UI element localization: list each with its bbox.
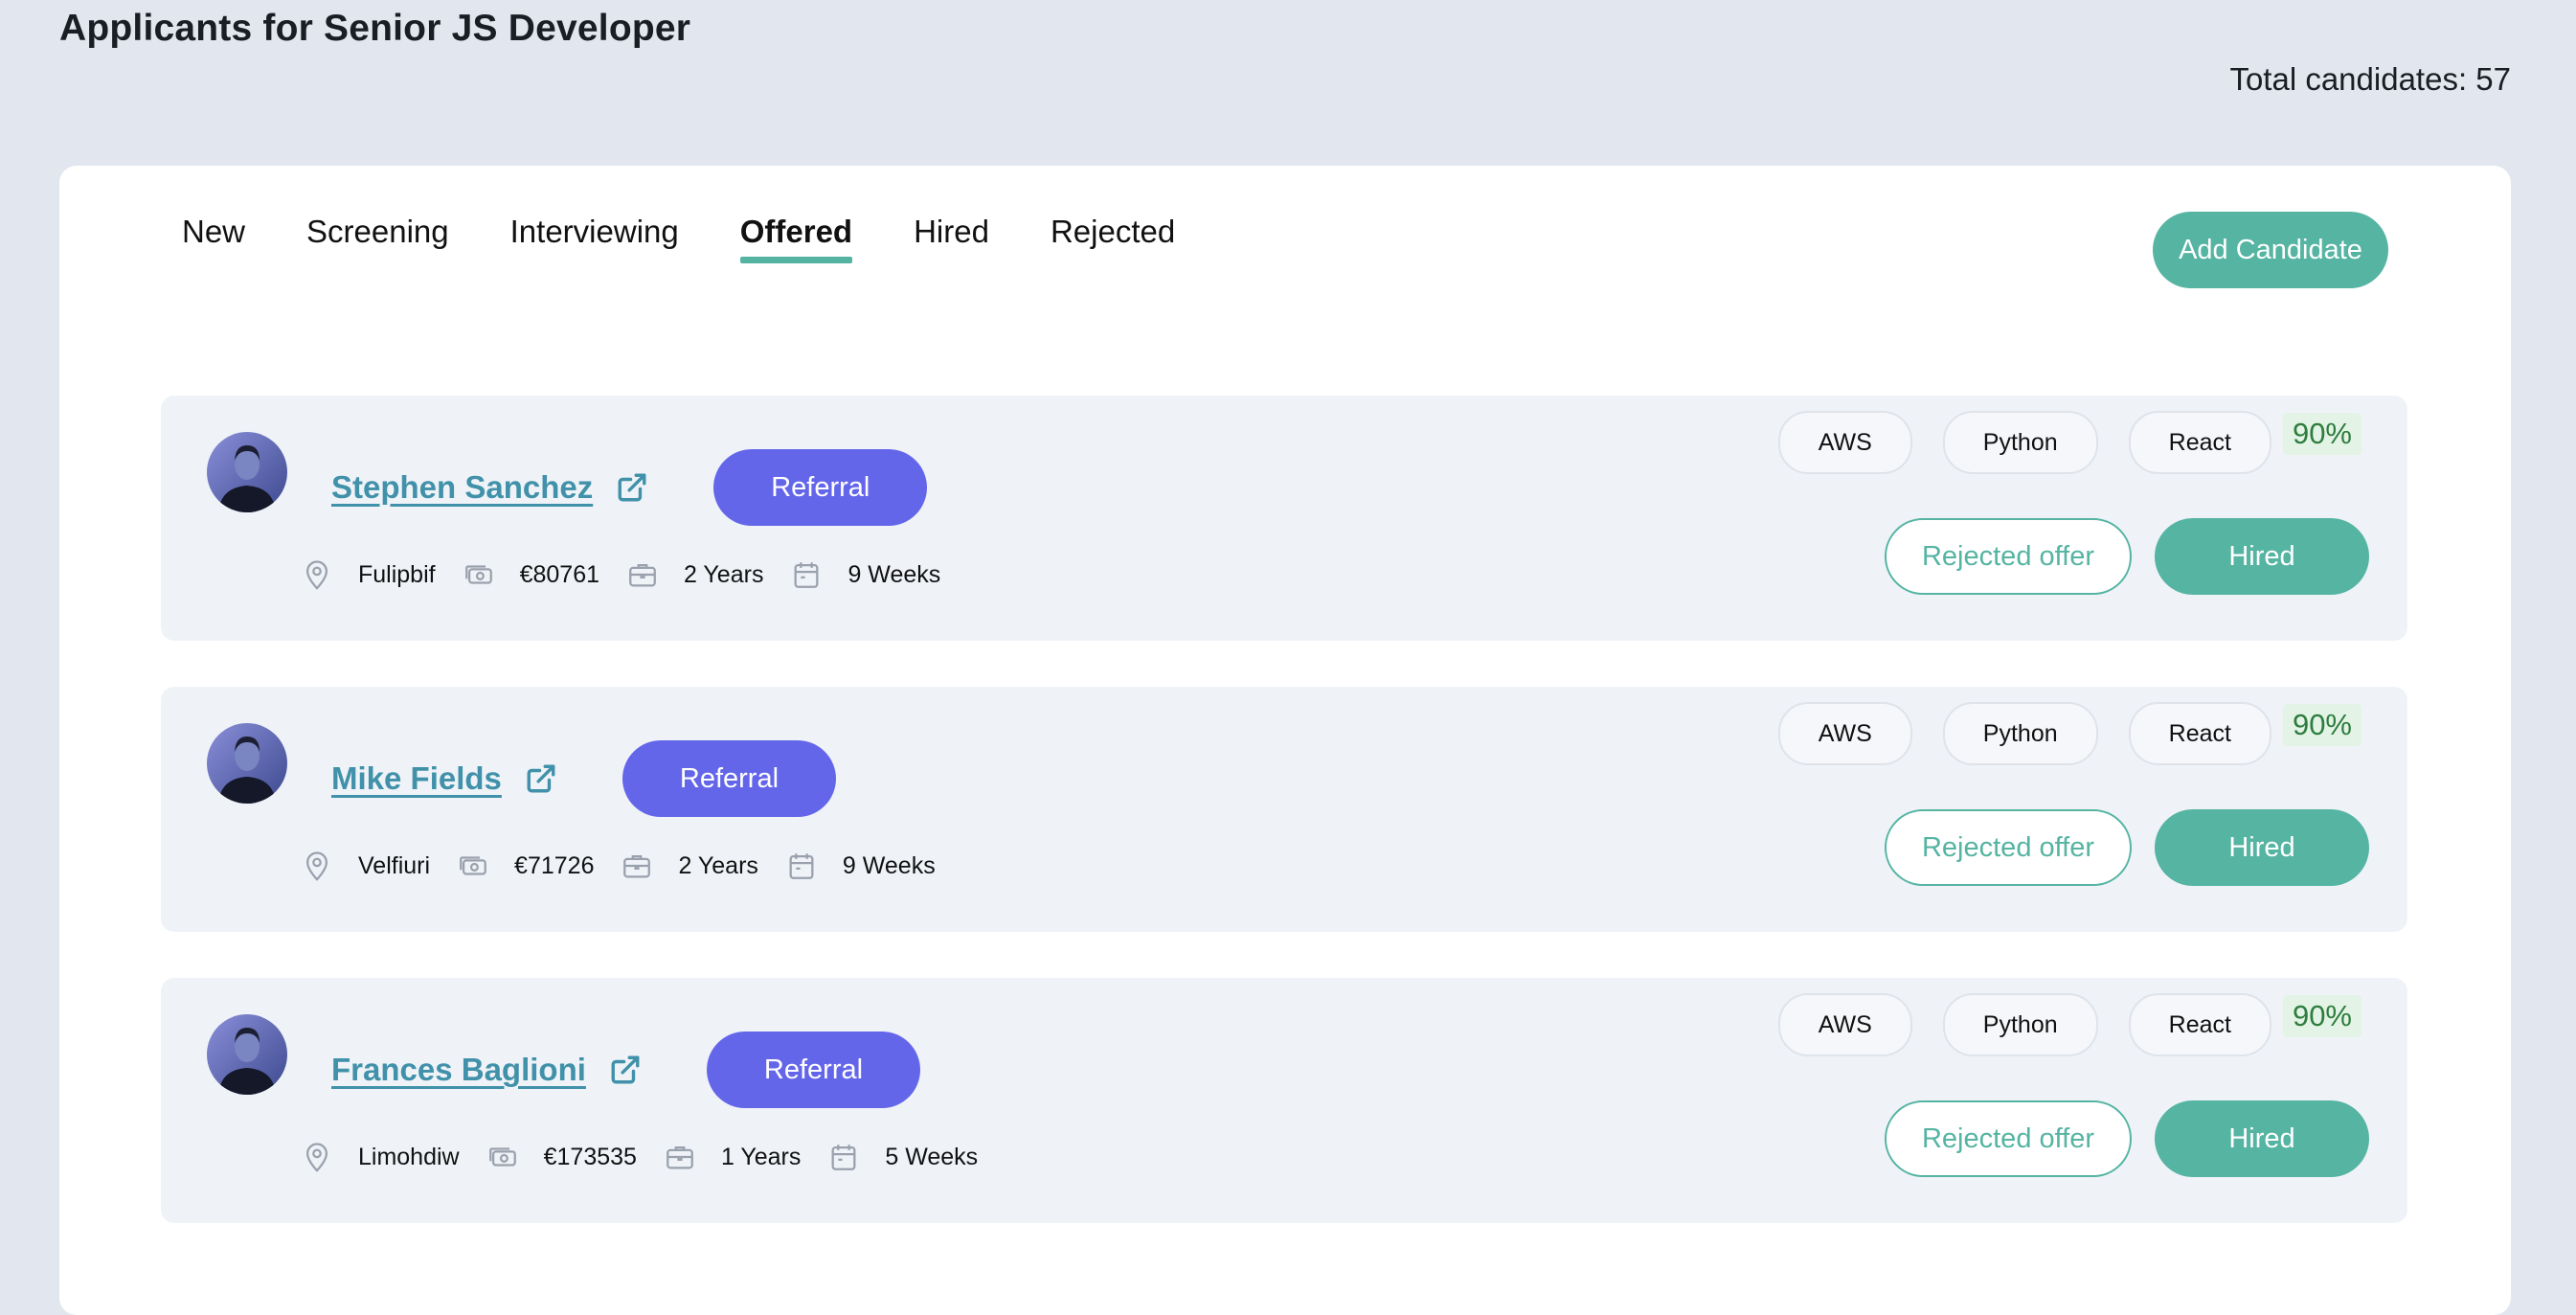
skill-tag: AWS: [1777, 702, 1912, 765]
candidate-actions: Rejected offer Hired: [1885, 518, 2369, 595]
skill-tags: AWS Python React 90%: [1777, 993, 2361, 1056]
tab-offered[interactable]: Offered: [739, 214, 853, 263]
candidate-row: Stephen Sanchez Referral Fulipbif €80761…: [161, 396, 2407, 641]
candidate-name-link[interactable]: Stephen Sanchez: [331, 469, 593, 506]
skill-tag: React: [2128, 411, 2271, 474]
notice-value: 9 Weeks: [842, 851, 936, 879]
referral-badge[interactable]: Referral: [706, 1032, 921, 1108]
candidate-name-link[interactable]: Frances Baglioni: [331, 1052, 586, 1088]
hired-button[interactable]: Hired: [2155, 809, 2369, 886]
candidate-name-link[interactable]: Mike Fields: [331, 760, 502, 797]
tab-rejected[interactable]: Rejected: [1051, 214, 1175, 263]
candidate-actions: Rejected offer Hired: [1885, 1100, 2369, 1177]
briefcase-icon: [664, 1141, 696, 1173]
skill-tag: Python: [1942, 993, 2098, 1056]
hired-button[interactable]: Hired: [2155, 1100, 2369, 1177]
rejected-offer-button[interactable]: Rejected offer: [1885, 1100, 2132, 1177]
briefcase-icon: [626, 558, 659, 591]
salary-value: €173535: [543, 1143, 637, 1170]
candidate-list: Stephen Sanchez Referral Fulipbif €80761…: [161, 396, 2407, 1269]
skill-tag: Python: [1942, 702, 2098, 765]
skill-tag: React: [2128, 702, 2271, 765]
salary-value: €71726: [514, 851, 595, 879]
stage-tabs: New Screening Interviewing Offered Hired…: [182, 214, 1175, 263]
candidate-row: Frances Baglioni Referral Limohdiw €1735…: [161, 978, 2407, 1223]
candidate-name-group: Mike Fields Referral: [331, 740, 837, 817]
money-icon: [463, 558, 495, 591]
external-link-icon[interactable]: [609, 1054, 642, 1086]
experience-value: 2 Years: [684, 560, 764, 588]
map-pin-icon: [301, 1141, 333, 1173]
add-candidate-button[interactable]: Add Candidate: [2153, 212, 2388, 288]
rejected-offer-button[interactable]: Rejected offer: [1885, 809, 2132, 886]
map-pin-icon: [301, 850, 333, 882]
skill-tag: Python: [1942, 411, 2098, 474]
candidate-name-group: Frances Baglioni Referral: [331, 1032, 921, 1108]
candidate-row: Mike Fields Referral Velfiuri €71726 2 Y…: [161, 687, 2407, 932]
external-link-icon[interactable]: [616, 471, 648, 504]
candidate-meta: Fulipbif €80761 2 Years 9 Weeks: [301, 558, 967, 591]
candidate-meta: Velfiuri €71726 2 Years 9 Weeks: [301, 850, 962, 882]
total-candidates: Total candidates: 57: [2229, 61, 2511, 97]
rejected-offer-button[interactable]: Rejected offer: [1885, 518, 2132, 595]
tab-interviewing[interactable]: Interviewing: [510, 214, 679, 263]
skill-tags: AWS Python React 90%: [1777, 411, 2361, 474]
avatar: [207, 723, 287, 804]
skill-tags: AWS Python React 90%: [1777, 702, 2361, 765]
match-score: 90%: [2282, 413, 2361, 455]
location-value: Fulipbif: [358, 560, 436, 588]
skill-tag: AWS: [1777, 993, 1912, 1056]
referral-badge[interactable]: Referral: [713, 449, 928, 526]
location-value: Velfiuri: [358, 851, 431, 879]
money-icon: [457, 850, 489, 882]
tab-new[interactable]: New: [182, 214, 245, 263]
tab-hired[interactable]: Hired: [914, 214, 989, 263]
referral-badge[interactable]: Referral: [621, 740, 837, 817]
skill-tag: AWS: [1777, 411, 1912, 474]
notice-value: 9 Weeks: [847, 560, 941, 588]
hired-button[interactable]: Hired: [2155, 518, 2369, 595]
external-link-icon[interactable]: [525, 762, 557, 795]
candidate-meta: Limohdiw €173535 1 Years 5 Weeks: [301, 1141, 1005, 1173]
candidates-panel: New Screening Interviewing Offered Hired…: [59, 166, 2511, 1315]
avatar: [207, 432, 287, 512]
calendar-icon: [785, 850, 818, 882]
page-title: Applicants for Senior JS Developer: [59, 8, 691, 49]
calendar-icon: [790, 558, 823, 591]
candidate-name-group: Stephen Sanchez Referral: [331, 449, 928, 526]
experience-value: 2 Years: [678, 851, 758, 879]
map-pin-icon: [301, 558, 333, 591]
tab-screening[interactable]: Screening: [306, 214, 449, 263]
candidate-actions: Rejected offer Hired: [1885, 809, 2369, 886]
briefcase-icon: [621, 850, 653, 882]
salary-value: €80761: [519, 560, 600, 588]
money-icon: [486, 1141, 519, 1173]
skill-tag: React: [2128, 993, 2271, 1056]
match-score: 90%: [2282, 995, 2361, 1037]
calendar-icon: [827, 1141, 860, 1173]
notice-value: 5 Weeks: [885, 1143, 979, 1170]
experience-value: 1 Years: [720, 1143, 802, 1170]
avatar: [207, 1014, 287, 1095]
match-score: 90%: [2282, 704, 2361, 746]
location-value: Limohdiw: [358, 1143, 460, 1170]
